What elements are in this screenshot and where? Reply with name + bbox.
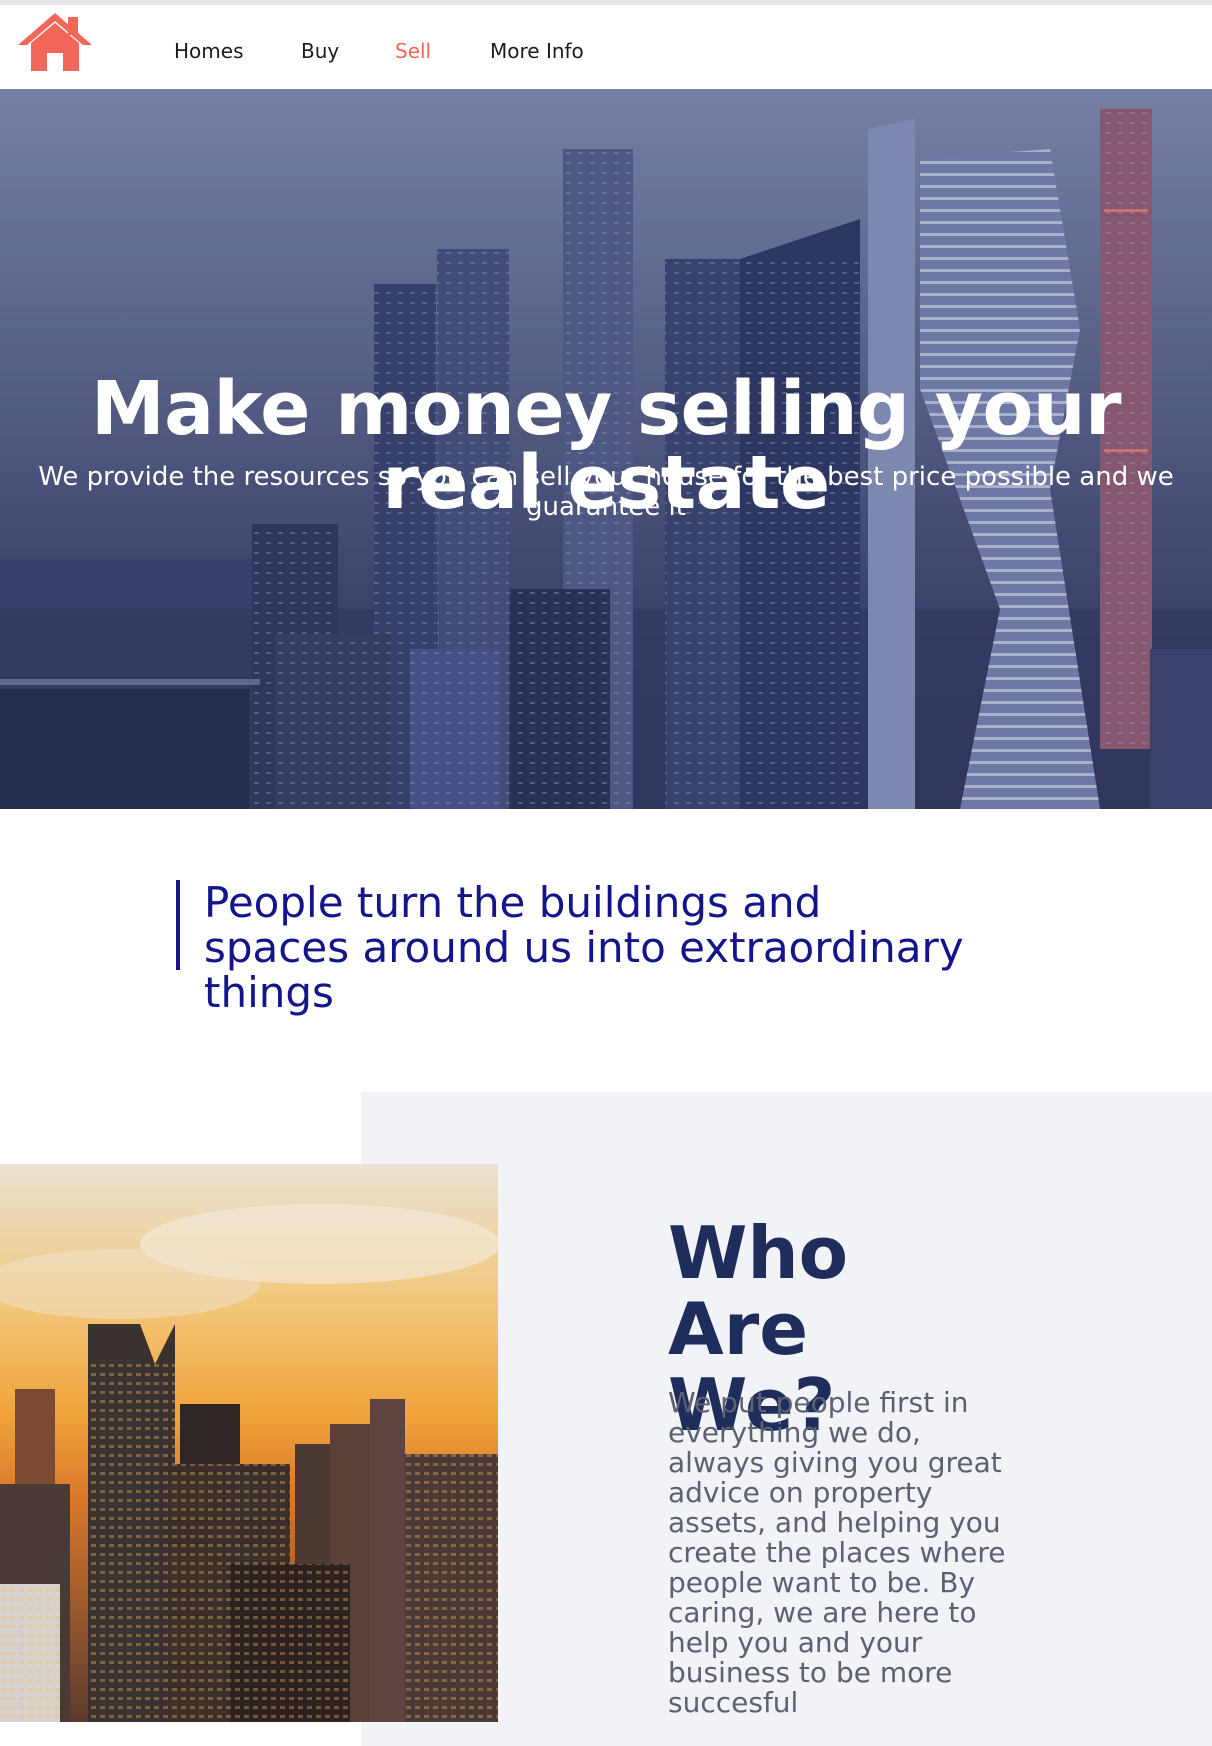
hero-banner: Make money selling your real estate We p… (0, 89, 1212, 809)
hero-subtitle: We provide the resources so you can sell… (38, 462, 1174, 522)
quote-block: People turn the buildings and spaces aro… (176, 880, 976, 1015)
about-text: We put people first in everything we do,… (668, 1386, 1006, 1719)
nav-link-sell[interactable]: Sell (395, 39, 431, 63)
nav-link-homes[interactable]: Homes (174, 39, 243, 63)
top-nav: Homes Buy Sell More Info (0, 5, 1212, 89)
house-icon[interactable] (18, 13, 92, 75)
sunset-city-image (0, 1164, 498, 1722)
page: Homes Buy Sell More Info Make money sell… (0, 0, 1212, 1746)
nav-link-more-info[interactable]: More Info (490, 39, 584, 63)
quote-text: People turn the buildings and spaces aro… (204, 878, 964, 1017)
nav-link-buy[interactable]: Buy (301, 39, 339, 63)
